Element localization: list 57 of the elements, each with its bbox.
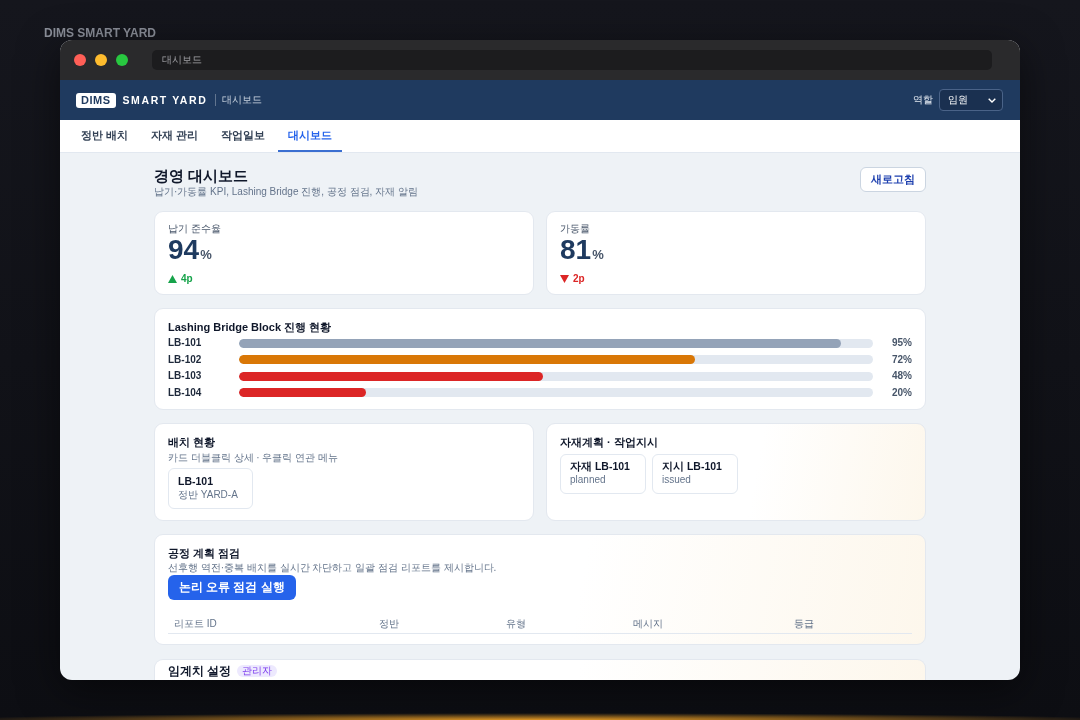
app-title: DIMS SMART YARD	[44, 27, 156, 40]
plan-card[interactable]: 지시 LB-101 issued	[652, 454, 738, 494]
logo-text: SMART YARD	[122, 94, 208, 106]
plan-status: issued	[662, 473, 692, 486]
triangle-down-icon	[560, 275, 569, 283]
page-label: 대시보드	[215, 94, 263, 106]
plan-title: 자재 LB-101	[570, 460, 631, 473]
block-label: LB-104	[168, 386, 203, 399]
column-header: 메시지	[632, 617, 664, 630]
address-field[interactable]: 대시보드	[152, 50, 992, 70]
refresh-button[interactable]: 새로고침	[860, 167, 926, 192]
admin-badge: 관리자	[237, 665, 278, 677]
card-description: 선후행 역전·중복 배치를 실시간 차단하고 일괄 점검 리포트를 제시합니다.	[168, 561, 498, 574]
block-card[interactable]: LB-101 정반 YARD-A	[168, 468, 253, 509]
card-title: 배치 현황	[168, 435, 217, 449]
kpi-delta: 2p	[573, 273, 585, 285]
close-dot-icon[interactable]	[74, 54, 86, 66]
chevron-down-icon	[988, 97, 996, 103]
card-title: 자재계획 · 작업지시	[560, 435, 659, 449]
kpi-delta: 4p	[181, 273, 193, 285]
zoom-dot-icon[interactable]	[116, 54, 128, 66]
progress-percent: 72%	[891, 353, 912, 366]
role-select[interactable]: 임원	[939, 89, 1003, 111]
tab[interactable]: 정반 배치	[71, 120, 139, 152]
page-title: 경영 대시보드	[154, 167, 250, 185]
block-label: LB-102	[168, 353, 203, 366]
logo-badge: DIMS	[76, 92, 116, 108]
plan-card[interactable]: 자재 LB-101 planned	[560, 454, 646, 494]
card-title: 공정 계획 점검	[168, 546, 242, 560]
plan-status: planned	[570, 473, 607, 486]
role-label: 역할	[913, 93, 933, 107]
block-id: LB-101	[178, 475, 214, 488]
card-subtitle: 카드 더블클릭 상세 · 우클릭 연관 메뉴	[168, 451, 339, 464]
column-header: 리포트 ID	[173, 617, 218, 630]
column-header: 정반	[378, 617, 400, 630]
kpi-label: 납기 준수율	[168, 223, 221, 235]
kpi-label: 가동률	[560, 223, 590, 235]
kpi-value: 94%	[168, 235, 212, 267]
minimize-dot-icon[interactable]	[95, 54, 107, 66]
block-location: 정반 YARD-A	[178, 488, 239, 501]
block-label: LB-101	[168, 337, 203, 349]
card-title: 임계치 설정	[168, 664, 232, 678]
triangle-up-icon	[168, 275, 177, 283]
progress-percent: 95%	[891, 337, 912, 349]
card-title: Lashing Bridge Block 진행 현황	[168, 320, 333, 334]
tab[interactable]: 자재 관리	[141, 120, 209, 152]
plan-title: 지시 LB-101	[662, 460, 723, 473]
progress-percent: 48%	[891, 370, 912, 382]
page-subtitle: 납기·가동률 KPI, Lashing Bridge 진행, 공정 점검, 자재 알림	[154, 185, 418, 198]
tab[interactable]: 대시보드	[278, 120, 343, 152]
column-header: 등급	[793, 617, 815, 630]
run-check-button[interactable]: 논리 오류 점검 실행	[168, 575, 296, 600]
progress-percent: 20%	[891, 386, 912, 399]
column-header: 유형	[505, 617, 527, 630]
block-label: LB-103	[168, 370, 203, 382]
tab[interactable]: 작업일보	[211, 120, 276, 152]
kpi-value: 81%	[560, 235, 604, 267]
